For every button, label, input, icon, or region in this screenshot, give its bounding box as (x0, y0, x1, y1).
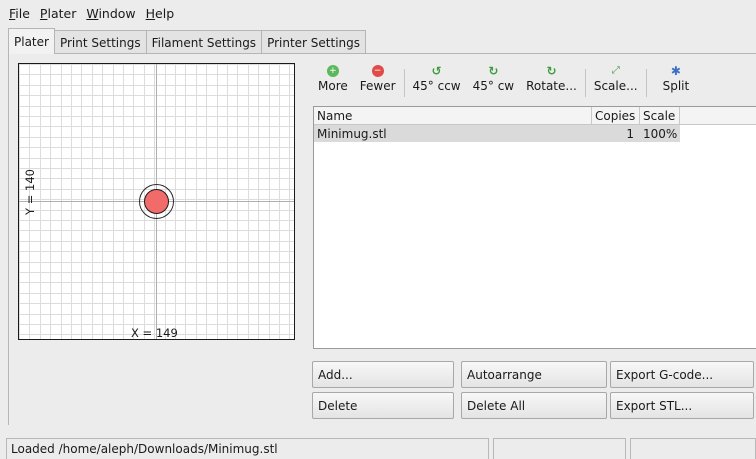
object-row[interactable]: Minimug.stl 1 100% (314, 125, 680, 142)
y-coordinate-label: Y = 140 (23, 169, 37, 215)
delete-all-button[interactable]: Delete All (461, 392, 607, 419)
status-cell (630, 438, 756, 459)
tab-plater[interactable]: Plater (8, 28, 55, 54)
column-header-empty (680, 107, 756, 125)
bed-preview[interactable]: Y = 140 X = 149 (18, 63, 295, 340)
toolbar-separator (645, 69, 647, 97)
bed-grid (19, 64, 294, 339)
menu-help[interactable]: Help (141, 6, 180, 21)
minus-circle-icon: − (371, 65, 384, 77)
object-list-header: Name Copies Scale (314, 107, 756, 125)
rotate-cw-button[interactable]: ↻ 45° cw (467, 65, 521, 93)
x-coordinate-label: X = 149 (131, 326, 178, 340)
column-header-scale[interactable]: Scale (640, 107, 680, 125)
object-minimug[interactable] (144, 189, 169, 214)
column-header-copies[interactable]: Copies (592, 107, 640, 125)
status-cell (492, 438, 627, 459)
export-gcode-button[interactable]: Export G-code... (610, 361, 754, 388)
tab-filament-settings[interactable]: Filament Settings (145, 30, 263, 54)
delete-button[interactable]: Delete (312, 392, 454, 419)
column-header-name[interactable]: Name (314, 107, 592, 125)
split-icon: ✱ (670, 64, 681, 78)
scale-button[interactable]: ⤢ Scale... (588, 65, 644, 94)
menu-bar: File Plater Window Help (0, 0, 756, 26)
object-name-cell: Minimug.stl (317, 126, 387, 141)
object-list[interactable]: Name Copies Scale Minimug.stl 1 100% (313, 106, 756, 349)
fewer-button[interactable]: − Fewer (354, 65, 402, 93)
split-button[interactable]: ✱ Split (649, 65, 704, 93)
add-button[interactable]: Add... (312, 361, 454, 388)
rotate-button[interactable]: ↻ Rotate... (520, 65, 583, 93)
tab-printer-settings[interactable]: Printer Settings (261, 30, 367, 54)
scale-icon: ⤢ (611, 65, 620, 76)
rotate-ccw-button[interactable]: ↺ 45° ccw (407, 65, 467, 93)
status-message: Loaded /home/aleph/Downloads/Minimug.stl (6, 438, 489, 459)
toolbar-separator (403, 69, 405, 97)
object-scale-cell: 100% (643, 126, 678, 141)
rotate-cw-icon: ↻ (488, 64, 499, 78)
menu-window[interactable]: Window (81, 6, 140, 21)
rotate-icon: ↻ (546, 64, 557, 78)
more-button[interactable]: + More (312, 65, 354, 93)
tab-print-settings[interactable]: Print Settings (53, 30, 147, 54)
autoarrange-button[interactable]: Autoarrange (461, 361, 607, 388)
plater-toolbar: + More − Fewer ↺ 45° ccw ↻ 45° cw ↻ Rota… (312, 65, 703, 101)
rotate-ccw-icon: ↺ (431, 64, 442, 78)
plus-circle-icon: + (326, 65, 339, 77)
status-bar: Loaded /home/aleph/Downloads/Minimug.stl (0, 438, 756, 459)
menu-file[interactable]: File (4, 6, 35, 21)
toolbar-separator (584, 69, 586, 97)
export-stl-button[interactable]: Export STL... (610, 392, 754, 419)
menu-plater[interactable]: Plater (35, 6, 81, 21)
object-copies-cell: 1 (626, 126, 634, 141)
tab-bar: Plater Print Settings Filament Settings … (8, 28, 367, 54)
